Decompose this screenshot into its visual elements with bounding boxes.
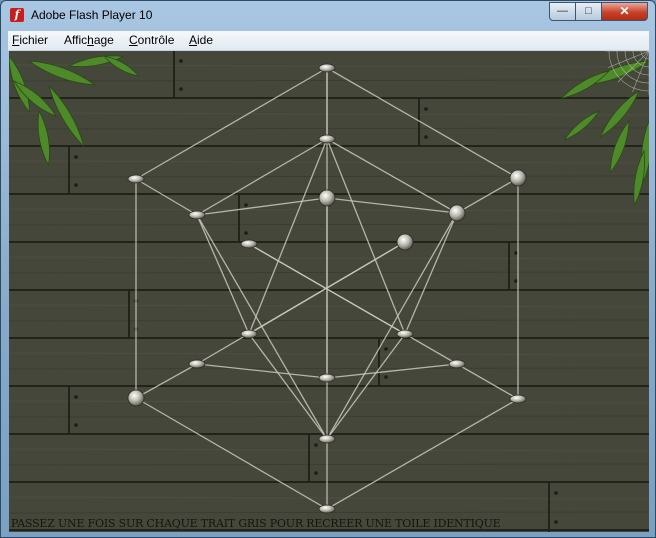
menu-aide[interactable]: Aide bbox=[189, 33, 213, 47]
web-board[interactable] bbox=[9, 51, 649, 532]
minimize-button[interactable]: — bbox=[549, 2, 576, 21]
web-node[interactable] bbox=[396, 233, 414, 251]
web-node[interactable] bbox=[318, 134, 336, 144]
web-node[interactable] bbox=[240, 329, 258, 339]
instruction-text: PASSEZ UNE FOIS SUR CHAQUE TRAIT GRIS PO… bbox=[11, 517, 501, 530]
web-node[interactable] bbox=[509, 394, 527, 404]
web-node[interactable] bbox=[318, 434, 336, 444]
menu-fichier[interactable]: Fichier bbox=[12, 33, 48, 47]
menu-affichage[interactable]: Affichage bbox=[64, 33, 114, 47]
web-node[interactable] bbox=[318, 189, 336, 207]
web-node[interactable] bbox=[188, 359, 206, 369]
title-bar[interactable]: f Adobe Flash Player 10 — □ ✕ bbox=[1, 1, 655, 31]
window-title: Adobe Flash Player 10 bbox=[31, 8, 153, 22]
menu-controle[interactable]: Contrôle bbox=[129, 33, 174, 47]
menu-bar: Fichier Affichage Contrôle Aide bbox=[8, 31, 649, 51]
web-node[interactable] bbox=[240, 239, 258, 249]
web-node[interactable] bbox=[318, 373, 336, 383]
web-node[interactable] bbox=[127, 174, 145, 184]
web-node[interactable] bbox=[188, 210, 206, 220]
close-button[interactable]: ✕ bbox=[601, 2, 648, 21]
web-node[interactable] bbox=[396, 329, 414, 339]
wood-background bbox=[9, 51, 649, 532]
web-node[interactable] bbox=[318, 63, 336, 73]
app-window: f Adobe Flash Player 10 — □ ✕ Fichier Af… bbox=[0, 0, 656, 538]
web-node[interactable] bbox=[448, 359, 466, 369]
web-node[interactable] bbox=[509, 169, 527, 187]
web-node[interactable] bbox=[318, 504, 336, 514]
maximize-button[interactable]: □ bbox=[575, 2, 602, 21]
game-stage[interactable]: PASSEZ UNE FOIS SUR CHAQUE TRAIT GRIS PO… bbox=[9, 51, 649, 532]
web-node[interactable] bbox=[448, 204, 466, 222]
web-node[interactable] bbox=[127, 389, 145, 407]
flash-player-icon: f bbox=[10, 8, 24, 22]
